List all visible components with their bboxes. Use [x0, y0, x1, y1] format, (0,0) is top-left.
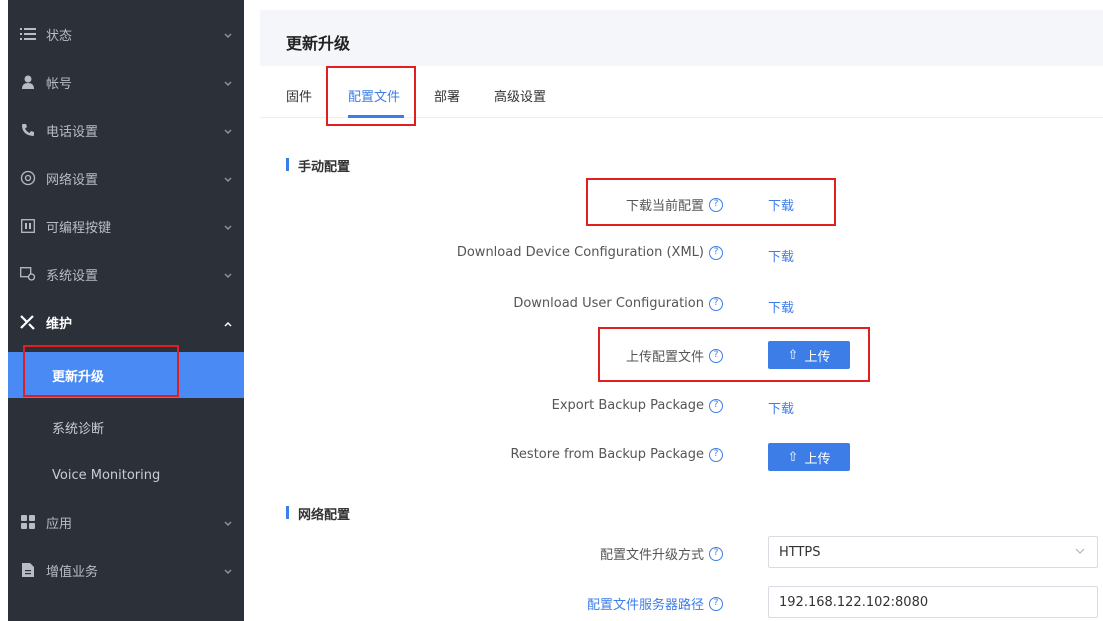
chevron-up-icon — [224, 316, 232, 331]
row-label-download-current-config: 下载当前配置? — [626, 195, 723, 214]
row-label-download-user-config: Download User Configuration? — [513, 296, 723, 311]
chevron-down-icon — [1075, 546, 1085, 557]
apps-icon — [18, 512, 38, 532]
user-icon — [18, 72, 38, 92]
phone-icon — [18, 120, 38, 140]
sidebar-item-label: 电话设置 — [46, 124, 99, 140]
sidebar-subitem-label: Voice Monitoring — [52, 467, 161, 483]
sidebar: 状态 帐号 电话设置 网络设置 可编程按键 系统设置 维护 更新升级 系统诊断 … — [8, 0, 244, 621]
sidebar-item-status[interactable]: 状态 — [8, 10, 244, 58]
upload-icon: ⇧ — [787, 347, 799, 363]
help-icon[interactable]: ? — [709, 245, 723, 260]
chevron-down-icon — [224, 516, 232, 531]
page-header — [260, 10, 1103, 66]
chevron-down-icon — [224, 172, 232, 187]
chevron-down-icon — [224, 220, 232, 235]
sidebar-item-network-settings[interactable]: 网络设置 — [8, 154, 244, 202]
sidebar-item-maintenance[interactable]: 维护 — [8, 298, 244, 346]
tab-firmware[interactable]: 固件 — [286, 86, 312, 105]
sidebar-item-phone-settings[interactable]: 电话设置 — [8, 106, 244, 154]
section-title-network: 网络配置 — [286, 504, 350, 523]
sidebar-item-label: 维护 — [46, 316, 73, 332]
row-label-server-path: 配置文件服务器路径? — [587, 594, 723, 613]
sidebar-item-label: 增值业务 — [46, 564, 99, 580]
chevron-down-icon — [224, 268, 232, 283]
export-backup-link[interactable]: 下载 — [768, 398, 794, 417]
sidebar-subitem-diagnostics[interactable]: 系统诊断 — [8, 404, 244, 450]
row-label-upgrade-method: 配置文件升级方式? — [600, 544, 723, 563]
row-label-restore-backup: Restore from Backup Package? — [510, 447, 723, 462]
main-content: 更新升级 固件 配置文件 部署 高级设置 手动配置 下载当前配置? 下载 Dow… — [260, 0, 1103, 621]
download-device-config-link[interactable]: 下载 — [768, 246, 794, 265]
help-icon[interactable]: ? — [709, 447, 723, 462]
sidebar-item-label: 网络设置 — [46, 172, 99, 188]
sidebar-item-programmable-keys[interactable]: 可编程按键 — [8, 202, 244, 250]
page-title: 更新升级 — [286, 34, 351, 53]
sidebar-item-apps[interactable]: 应用 — [8, 498, 244, 546]
sidebar-item-label: 可编程按键 — [46, 220, 112, 236]
restore-backup-upload-button[interactable]: ⇧ 上传 — [768, 443, 850, 471]
sidebar-item-system-settings[interactable]: 系统设置 — [8, 250, 244, 298]
tab-bar: 固件 配置文件 部署 高级设置 — [260, 66, 1103, 118]
sidebar-item-label: 状态 — [46, 28, 73, 44]
sidebar-item-account[interactable]: 帐号 — [8, 58, 244, 106]
download-current-config-link[interactable]: 下载 — [768, 195, 794, 214]
row-label-upload-config: 上传配置文件? — [626, 346, 723, 365]
upload-icon: ⇧ — [787, 449, 799, 465]
sidebar-item-label: 系统设置 — [46, 268, 99, 284]
sidebar-item-label: 应用 — [46, 516, 73, 532]
sidebar-item-value-added[interactable]: 增值业务 — [8, 546, 244, 594]
tab-config-file[interactable]: 配置文件 — [348, 86, 400, 105]
sidebar-subitem-voice-monitoring[interactable]: Voice Monitoring — [8, 452, 244, 498]
section-title-manual: 手动配置 — [286, 156, 350, 175]
sidebar-subitem-update[interactable]: 更新升级 — [8, 352, 244, 398]
help-icon[interactable]: ? — [709, 596, 723, 611]
tab-advanced-settings[interactable]: 高级设置 — [494, 86, 546, 105]
help-icon[interactable]: ? — [709, 398, 723, 413]
help-icon[interactable]: ? — [709, 296, 723, 311]
row-label-export-backup: Export Backup Package? — [552, 398, 723, 413]
chevron-down-icon — [224, 564, 232, 579]
system-icon — [18, 264, 38, 284]
server-path-input[interactable] — [768, 586, 1098, 618]
tools-icon — [18, 312, 38, 332]
upgrade-method-select[interactable]: HTTPS — [768, 536, 1098, 568]
keypad-icon — [18, 216, 38, 236]
document-icon — [18, 560, 38, 580]
sidebar-subitem-label: 更新升级 — [52, 369, 105, 385]
list-icon — [18, 24, 38, 44]
help-icon[interactable]: ? — [709, 348, 723, 363]
chevron-down-icon — [224, 76, 232, 91]
sidebar-item-label: 帐号 — [46, 76, 73, 92]
row-label-download-device-config: Download Device Configuration (XML)? — [457, 245, 723, 260]
download-user-config-link[interactable]: 下载 — [768, 297, 794, 316]
sidebar-subitem-label: 系统诊断 — [52, 421, 105, 437]
help-icon[interactable]: ? — [709, 197, 723, 212]
upload-config-button[interactable]: ⇧ 上传 — [768, 341, 850, 369]
chevron-down-icon — [224, 124, 232, 139]
help-icon[interactable]: ? — [709, 546, 723, 561]
chevron-down-icon — [224, 28, 232, 43]
tab-deployment[interactable]: 部署 — [434, 86, 460, 105]
network-icon — [18, 168, 38, 188]
